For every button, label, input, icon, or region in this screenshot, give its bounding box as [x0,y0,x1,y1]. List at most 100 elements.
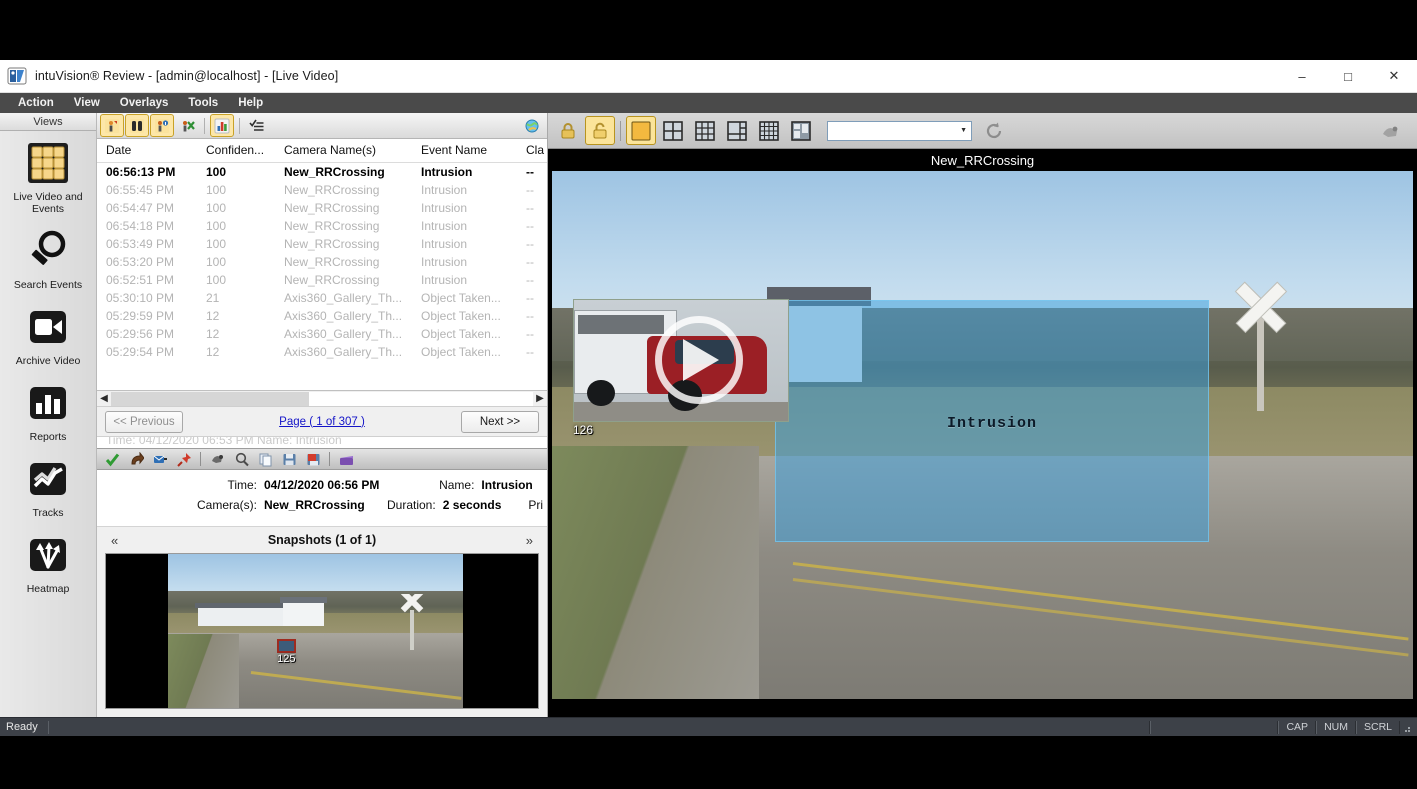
cell-class: -- [517,199,547,217]
column-header-confidence[interactable]: Confiden... [197,139,275,163]
scrollbar-track[interactable] [111,392,533,406]
menu-action[interactable]: Action [8,95,64,111]
lock-open-icon[interactable] [586,117,614,144]
resize-grip-icon[interactable] [1400,721,1414,734]
scrollbar-thumb[interactable] [111,392,309,406]
globe-pin-icon[interactable] [521,115,543,136]
table-row[interactable]: 06:56:13 PM 100 New_RRCrossing Intrusion… [97,163,547,182]
camera-select[interactable]: ▼ [827,121,972,141]
column-header-class[interactable]: Cla [517,139,547,163]
video-frame[interactable]: Intrusion 126 [552,171,1413,699]
events-horizontal-scrollbar[interactable]: ◀ ▶ [97,391,547,407]
column-header-date[interactable]: Date [97,139,197,163]
title-bar: intuVision® Review - [admin@localhost] -… [0,60,1417,93]
email-icon[interactable] [149,449,171,469]
cell-confidence: 100 [197,199,275,217]
views-sidebar: Views [0,113,97,717]
table-row[interactable]: 05:29:56 PM 12 Axis360_Gallery_Th... Obj… [97,325,547,343]
cell-confidence: 100 [197,163,275,182]
menu-tools[interactable]: Tools [178,95,228,111]
layout-2x2-icon[interactable] [659,117,687,144]
sidebar-item-label: Live Video and Events [2,191,94,215]
film-clapper-icon[interactable] [335,449,357,469]
pushpin-icon[interactable] [173,449,195,469]
cell-class: -- [517,181,547,199]
scroll-left-arrow-icon[interactable]: ◀ [97,391,111,407]
filter-clear-icon[interactable] [176,115,198,136]
menu-view[interactable]: View [64,95,110,111]
snapshots-title: Snapshots (1 of 1) [268,533,376,547]
double-chevron-right-icon[interactable]: » [522,533,537,548]
person-alert-icon[interactable] [101,115,123,136]
refresh-icon[interactable] [980,117,1008,144]
cell-class: -- [517,253,547,271]
menu-help[interactable]: Help [228,95,273,111]
camera-snapshot-icon[interactable] [1377,117,1405,144]
green-check-icon[interactable] [101,449,123,469]
camera-ptz-icon[interactable] [206,449,228,469]
sidebar-item-reports[interactable]: Reports [0,371,96,447]
forward-arrow-icon[interactable] [125,449,147,469]
layout-4x4-icon[interactable] [755,117,783,144]
layout-1x1-icon[interactable] [627,117,655,144]
scroll-right-arrow-icon[interactable]: ▶ [533,391,547,407]
layout-custom-icon[interactable] [787,117,815,144]
binoculars-icon[interactable] [126,115,148,136]
cell-confidence: 100 [197,235,275,253]
minimize-button[interactable]: – [1279,60,1325,93]
sidebar-item-live-video-and-events[interactable]: Live Video and Events [0,131,96,219]
sidebar-item-search-events[interactable]: Search Events [0,219,96,295]
page-indicator-link[interactable]: Page ( 1 of 307 ) [97,416,547,428]
sidebar-item-label: Reports [30,431,67,443]
table-row[interactable]: 06:53:49 PM 100 New_RRCrossing Intrusion… [97,235,547,253]
table-row[interactable]: 06:53:20 PM 100 New_RRCrossing Intrusion… [97,253,547,271]
close-button[interactable]: ✕ [1371,60,1417,93]
column-header-event[interactable]: Event Name [412,139,517,163]
cell-class: -- [517,325,547,343]
sidebar-item-tracks[interactable]: Tracks [0,447,96,523]
application-window: intuVision® Review - [admin@localhost] -… [0,60,1417,736]
play-triangle-icon[interactable] [683,339,719,381]
snapshots-header: « Snapshots (1 of 1) » [97,527,547,553]
cell-camera: Axis360_Gallery_Th... [275,289,412,307]
cell-camera: New_RRCrossing [275,217,412,235]
table-row[interactable]: 05:30:10 PM 21 Axis360_Gallery_Th... Obj… [97,289,547,307]
save-pdf-icon[interactable] [302,449,324,469]
lock-closed-icon[interactable] [554,117,582,144]
snapshot-viewer[interactable]: 125 [105,553,539,709]
sidebar-item-heatmap[interactable]: Heatmap [0,523,96,599]
table-row[interactable]: 05:29:59 PM 12 Axis360_Gallery_Th... Obj… [97,307,547,325]
copy-icon[interactable] [254,449,276,469]
chevron-down-icon[interactable]: ▼ [960,127,967,134]
events-panel: Date Confiden... Camera Name(s) Event Na… [97,113,548,717]
table-row[interactable]: 06:52:51 PM 100 New_RRCrossing Intrusion… [97,271,547,289]
detail-name-label: Name: [379,478,474,492]
table-row[interactable]: 06:54:18 PM 100 New_RRCrossing Intrusion… [97,217,547,235]
table-row[interactable]: 06:54:47 PM 100 New_RRCrossing Intrusion… [97,199,547,217]
status-text: Ready [0,721,38,733]
cell-confidence: 12 [197,325,275,343]
double-chevron-left-icon[interactable]: « [107,533,122,548]
layout-3x3-icon[interactable] [691,117,719,144]
maximize-button[interactable]: □ [1325,60,1371,93]
layout-1plus5-icon[interactable] [723,117,751,144]
table-row[interactable]: 06:55:45 PM 100 New_RRCrossing Intrusion… [97,181,547,199]
grid-tiles-icon [22,137,74,189]
cell-date: 06:54:47 PM [97,199,197,217]
video-stage[interactable]: New_RRCrossing Intrusion [548,149,1417,717]
person-info-icon[interactable] [151,115,173,136]
column-header-camera[interactable]: Camera Name(s) [275,139,412,163]
detail-toolbar [97,448,547,470]
sidebar-item-archive-video[interactable]: Archive Video [0,295,96,371]
events-table-body: 06:56:13 PM 100 New_RRCrossing Intrusion… [97,163,547,362]
save-disk-icon[interactable] [278,449,300,469]
table-row[interactable]: 05:29:54 PM 12 Axis360_Gallery_Th... Obj… [97,343,547,361]
events-table-container[interactable]: Date Confiden... Camera Name(s) Event Na… [97,139,547,391]
magnifier-icon[interactable] [230,449,252,469]
cell-event: Object Taken... [412,307,517,325]
menu-overlays[interactable]: Overlays [110,95,179,111]
cell-class: -- [517,217,547,235]
checklist-icon[interactable] [246,115,268,136]
bar-chart-color-icon[interactable] [211,115,233,136]
cell-camera: Axis360_Gallery_Th... [275,307,412,325]
